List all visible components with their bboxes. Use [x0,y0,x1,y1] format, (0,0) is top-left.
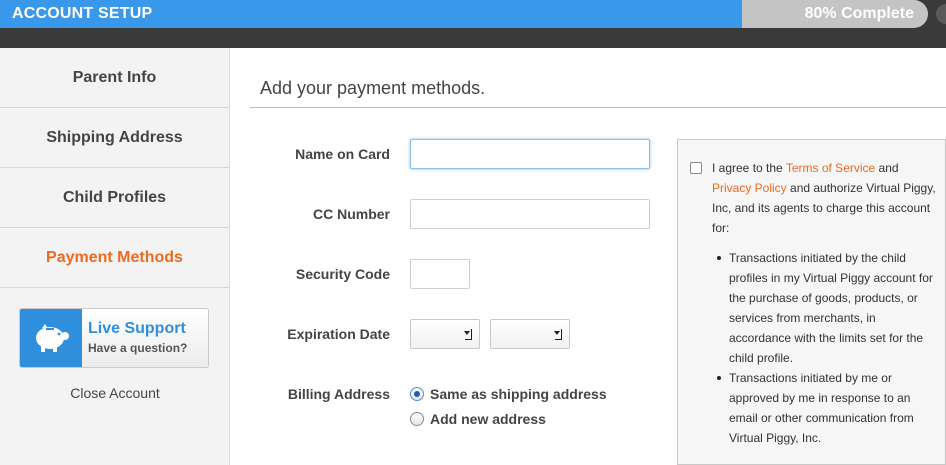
cc-number-label: CC Number [312,206,390,222]
privacy-policy-link[interactable]: Privacy Policy [712,181,787,195]
expiration-year-select[interactable] [490,319,570,349]
terms-agreement-text: I agree to the Terms of Service and Priv… [712,158,938,238]
billing-new-label[interactable]: Add new address [430,411,546,427]
terms-and: and [875,161,899,175]
agree-terms-checkbox[interactable] [690,162,702,174]
list-item: Transactions initiated by the child prof… [712,248,940,368]
dropdown-arrow-icon [554,329,562,340]
page-title: Add your payment methods. [260,78,486,98]
terms-list: Transactions initiated by the child prof… [712,248,940,448]
sidebar-item-parent-info[interactable]: Parent Info [0,48,229,108]
header-title: ACCOUNT SETUP [12,5,153,22]
terms-prefix: I agree to the [712,161,786,175]
billing-address-label: Billing Address [287,386,390,402]
billing-same-radio[interactable] [410,387,424,401]
header-corner-button[interactable] [936,4,946,24]
live-support-subtitle: Have a question? [88,341,188,355]
live-support-title: Live Support [88,320,186,337]
dropdown-arrow-icon [464,329,472,340]
progress-bar: ACCOUNT SETUP 80% Complete [0,0,928,28]
name-on-card-input[interactable] [410,139,650,169]
name-on-card-label: Name on Card [295,146,390,162]
progress-text: 80% Complete [804,5,914,22]
terms-of-service-link[interactable]: Terms of Service [786,161,875,175]
billing-new-radio[interactable] [410,412,424,426]
top-header: ACCOUNT SETUP 80% Complete [0,0,946,48]
expiration-month-select[interactable] [410,319,480,349]
list-item: Transactions initiated by me or approved… [712,368,940,448]
terms-panel: I agree to the Terms of Service and Priv… [677,139,946,465]
expiration-date-label: Expiration Date [287,326,390,342]
live-support-button[interactable]: Live Support Have a question? [19,308,209,368]
title-divider [250,107,946,108]
cc-number-input[interactable] [410,199,650,229]
piggy-bank-icon [20,309,82,367]
security-code-input[interactable] [410,259,470,289]
sidebar: Parent Info Shipping Address Child Profi… [0,48,230,465]
security-code-label: Security Code [295,266,390,282]
billing-same-label[interactable]: Same as shipping address [430,386,607,402]
